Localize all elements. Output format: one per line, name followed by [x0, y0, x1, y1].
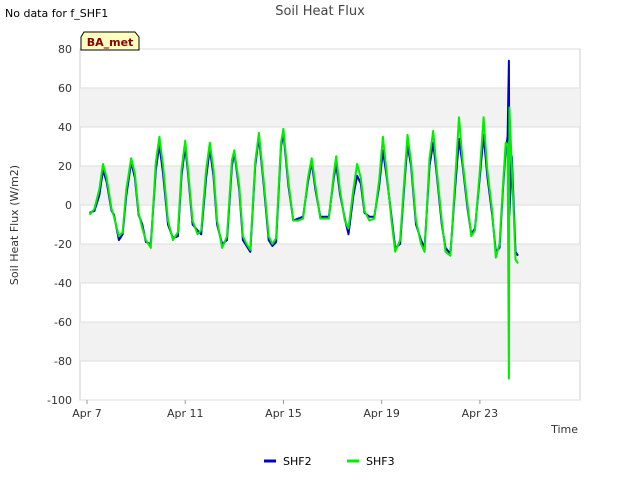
x-tick-label: Apr 23 — [462, 407, 499, 420]
y-tick-label: -60 — [54, 316, 72, 329]
grid-band — [80, 244, 580, 283]
y-tick-label: 0 — [65, 199, 72, 212]
y-tick-label: 40 — [58, 121, 72, 134]
y-axis-label: Soil Heat Flux (W/m2) — [8, 165, 21, 285]
grid-band — [80, 88, 580, 127]
y-tick-label: 20 — [58, 160, 72, 173]
ba-met-badge: BA_met — [80, 31, 140, 51]
x-tick-label: Apr 15 — [265, 407, 302, 420]
badge-label: BA_met — [87, 36, 134, 49]
x-axis-label: Time — [550, 423, 578, 436]
legend-label-shf3: SHF3 — [366, 455, 395, 468]
y-tick-label: -20 — [54, 238, 72, 251]
soil-heat-flux-chart: -100 -80 -60 -40 -20 0 20 40 60 80 Apr 7 Apr 11 Apr… — [8, 4, 581, 468]
y-tick-label: -100 — [47, 394, 72, 407]
y-tick-label: -80 — [54, 355, 72, 368]
chart-title: Soil Heat Flux — [275, 4, 365, 19]
legend: SHF2 SHF3 — [264, 455, 395, 468]
y-tick-label: 60 — [58, 82, 72, 95]
y-tick-label: 80 — [58, 43, 72, 56]
x-tick-label: Apr 7 — [72, 407, 102, 420]
legend-label-shf2: SHF2 — [283, 455, 312, 468]
grid-band — [80, 322, 580, 361]
x-tick-label: Apr 11 — [167, 407, 204, 420]
x-tick-label: Apr 19 — [363, 407, 400, 420]
y-tick-label: -40 — [54, 277, 72, 290]
